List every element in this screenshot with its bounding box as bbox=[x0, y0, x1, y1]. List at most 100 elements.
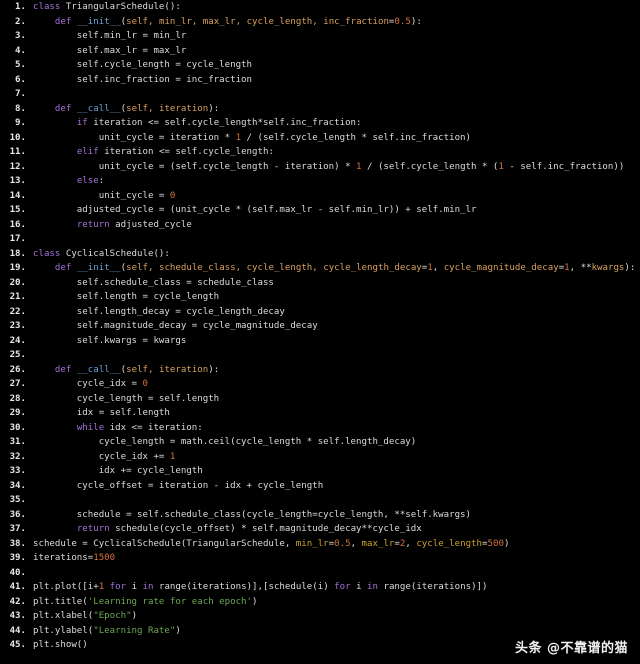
code-line: 13. else: bbox=[0, 174, 640, 189]
line-number: 28. bbox=[0, 392, 33, 407]
code-token: ) bbox=[175, 626, 180, 636]
code-token: cycle_idx = bbox=[33, 379, 143, 389]
code-content: def __call__(self, iteration): bbox=[33, 365, 219, 375]
line-number: 7. bbox=[0, 87, 33, 102]
line-number: 21. bbox=[0, 290, 33, 305]
code-line: 41.plt.plot([i+1 for i in range(iteratio… bbox=[0, 580, 640, 595]
code-content: self.length = cycle_length bbox=[33, 292, 219, 302]
code-token: 500 bbox=[488, 539, 504, 549]
code-line: 14. unit_cycle = 0 bbox=[0, 189, 640, 204]
code-token: CyclicalSchedule(): bbox=[60, 249, 170, 259]
code-token: 'Learning rate for each epoch' bbox=[88, 597, 252, 607]
code-line: 25. bbox=[0, 348, 640, 363]
code-token bbox=[33, 365, 55, 375]
line-number: 1. bbox=[0, 0, 33, 15]
line-number: 3. bbox=[0, 29, 33, 44]
code-content: class TriangularSchedule(): bbox=[33, 2, 181, 12]
code-line: 27. cycle_idx = 0 bbox=[0, 377, 640, 392]
code-token: cycle_idx += bbox=[33, 452, 170, 462]
code-token: self.max_lr = max_lr bbox=[33, 46, 186, 56]
code-line: 1.class TriangularSchedule(): bbox=[0, 0, 640, 15]
code-content: unit_cycle = iteration * 1 / (self.cycle… bbox=[33, 133, 471, 143]
code-line: 35. bbox=[0, 493, 640, 508]
code-token: ): bbox=[411, 17, 422, 27]
code-token: i bbox=[351, 582, 367, 592]
code-token: def bbox=[55, 365, 71, 375]
line-number: 44. bbox=[0, 624, 33, 639]
line-number: 34. bbox=[0, 479, 33, 494]
line-number: 18. bbox=[0, 247, 33, 262]
line-number: 40. bbox=[0, 566, 33, 581]
code-token: iteration <= self.cycle_length*self.inc_… bbox=[88, 118, 362, 128]
code-content: unit_cycle = 0 bbox=[33, 191, 175, 201]
code-content: unit_cycle = (self.cycle_length - iterat… bbox=[33, 162, 624, 172]
code-viewer[interactable]: 1.class TriangularSchedule():2. def __in… bbox=[0, 0, 640, 664]
code-content: plt.ylabel("Learning Rate") bbox=[33, 626, 181, 636]
code-token: schedule = CyclicalSchedule(TriangularSc… bbox=[33, 539, 296, 549]
code-token: unit_cycle = (self.cycle_length - iterat… bbox=[33, 162, 356, 172]
code-token: , bbox=[405, 539, 416, 549]
code-token: self.length = cycle_length bbox=[33, 292, 219, 302]
code-content: schedule = CyclicalSchedule(TriangularSc… bbox=[33, 539, 509, 549]
code-content: schedule = self.schedule_class(cycle_len… bbox=[33, 510, 471, 520]
code-token: return bbox=[77, 220, 110, 230]
code-line: 39.iterations=1500 bbox=[0, 551, 640, 566]
code-content: cycle_offset = iteration - idx + cycle_l… bbox=[33, 481, 323, 491]
code-line: 2. def __init__(self, min_lr, max_lr, cy… bbox=[0, 15, 640, 30]
code-token bbox=[33, 147, 77, 157]
code-token: def bbox=[55, 17, 71, 27]
code-content: def __init__(self, min_lr, max_lr, cycle… bbox=[33, 17, 422, 27]
code-line: 21. self.length = cycle_length bbox=[0, 290, 640, 305]
code-content: class CyclicalSchedule(): bbox=[33, 249, 170, 259]
code-line: 5. self.cycle_length = cycle_length bbox=[0, 58, 640, 73]
code-token: for bbox=[334, 582, 350, 592]
code-line: 8. def __call__(self, iteration): bbox=[0, 102, 640, 117]
code-token: max_lr bbox=[362, 539, 395, 549]
code-content: def __call__(self, iteration): bbox=[33, 104, 219, 114]
code-token: cycle_offset = iteration - idx + cycle_l… bbox=[33, 481, 323, 491]
line-number: 23. bbox=[0, 319, 33, 334]
code-token: __call__ bbox=[77, 365, 121, 375]
code-token: "Learning Rate" bbox=[93, 626, 175, 636]
code-line: 33. idx += cycle_length bbox=[0, 464, 640, 479]
watermark-text: 头条 @不靠谱的猫 bbox=[515, 637, 628, 656]
code-token: plt.plot([i+ bbox=[33, 582, 99, 592]
code-token: cycle_length bbox=[416, 539, 482, 549]
line-number: 14. bbox=[0, 189, 33, 204]
code-content: plt.xlabel("Epoch") bbox=[33, 611, 137, 621]
code-token: self.length_decay = cycle_length_decay bbox=[33, 307, 285, 317]
code-token: else bbox=[77, 176, 99, 186]
code-line: 16. return adjusted_cycle bbox=[0, 218, 640, 233]
code-content: else: bbox=[33, 176, 104, 186]
code-line: 4. self.max_lr = max_lr bbox=[0, 44, 640, 59]
code-token: __init__ bbox=[77, 17, 121, 27]
code-token: ) bbox=[504, 539, 509, 549]
code-token: idx <= iteration: bbox=[104, 423, 203, 433]
line-number: 25. bbox=[0, 348, 33, 363]
line-number: 33. bbox=[0, 464, 33, 479]
code-line-list: 1.class TriangularSchedule():2. def __in… bbox=[0, 0, 640, 653]
code-token: iterations= bbox=[33, 553, 93, 563]
code-token: unit_cycle = iteration * bbox=[33, 133, 236, 143]
code-token: class bbox=[33, 249, 60, 259]
code-content: cycle_length = self.length bbox=[33, 394, 219, 404]
code-token: 0.5 bbox=[394, 17, 410, 27]
code-token bbox=[33, 220, 77, 230]
code-line: 42.plt.title('Learning rate for each epo… bbox=[0, 595, 640, 610]
code-token bbox=[33, 176, 77, 186]
code-token: in bbox=[367, 582, 378, 592]
code-token: , ** bbox=[570, 263, 592, 273]
code-line: 24. self.kwargs = kwargs bbox=[0, 334, 640, 349]
code-line: 20. self.schedule_class = schedule_class bbox=[0, 276, 640, 291]
code-token bbox=[33, 118, 77, 128]
code-content: self.kwargs = kwargs bbox=[33, 336, 186, 346]
line-number: 2. bbox=[0, 15, 33, 30]
code-token: in bbox=[143, 582, 154, 592]
code-token: "Epoch" bbox=[93, 611, 131, 621]
line-number: 39. bbox=[0, 551, 33, 566]
code-content: cycle_length = math.ceil(cycle_length * … bbox=[33, 437, 416, 447]
code-content: elif iteration <= self.cycle_length: bbox=[33, 147, 274, 157]
code-token: while bbox=[77, 423, 104, 433]
code-token: idx = self.length bbox=[33, 408, 170, 418]
code-line: 31. cycle_length = math.ceil(cycle_lengt… bbox=[0, 435, 640, 450]
